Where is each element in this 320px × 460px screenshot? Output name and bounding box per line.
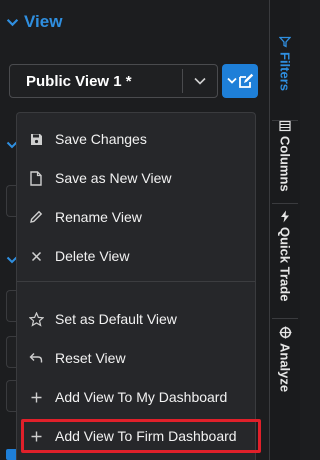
- menu-item-set-default[interactable]: Set as Default View: [17, 304, 257, 334]
- menu-item-label: Add View To Firm Dashboard: [55, 428, 237, 444]
- plus-icon: [17, 431, 55, 442]
- view-panel: View Public View 1 * Save Changes Save a…: [0, 0, 270, 460]
- save-icon: [17, 133, 55, 146]
- tab-filters[interactable]: Filters: [270, 36, 300, 91]
- menu-item-reset-view[interactable]: Reset View: [17, 343, 257, 373]
- view-select-value: Public View 1 *: [26, 72, 132, 90]
- undo-icon: [17, 352, 55, 364]
- menu-item-label: Rename View: [55, 209, 142, 225]
- menu-item-delete-view[interactable]: Delete View: [17, 241, 257, 271]
- menu-item-add-to-firm-dashboard[interactable]: Add View To Firm Dashboard: [17, 421, 257, 451]
- rail-divider: [272, 318, 298, 319]
- view-select[interactable]: Public View 1 *: [9, 64, 218, 98]
- edit-icon: [238, 73, 253, 88]
- menu-item-label: Save as New View: [55, 170, 172, 186]
- rail-divider: [272, 203, 298, 204]
- file-icon: [17, 170, 55, 186]
- filter-icon: [279, 36, 291, 48]
- menu-divider: [17, 281, 255, 282]
- view-actions-menu: Save Changes Save as New View Rename Vie…: [16, 112, 256, 460]
- tab-columns[interactable]: Columns: [270, 120, 300, 192]
- plus-icon: [17, 392, 55, 403]
- menu-item-save-as-new[interactable]: Save as New View: [17, 163, 257, 193]
- tab-analyze-label: Analyze: [277, 343, 293, 393]
- star-icon: [17, 311, 55, 327]
- tab-quick-trade-label: Quick Trade: [277, 227, 293, 302]
- tab-analyze[interactable]: Analyze: [270, 326, 300, 392]
- menu-item-label: Set as Default View: [55, 311, 177, 327]
- tab-quick-trade[interactable]: Quick Trade: [270, 210, 300, 301]
- chevron-down-icon: [6, 18, 19, 26]
- menu-item-label: Add View To My Dashboard: [55, 389, 228, 405]
- crosshair-icon: [279, 326, 291, 339]
- menu-item-label: Reset View: [55, 350, 126, 366]
- menu-item-label: Save Changes: [55, 131, 147, 147]
- menu-item-save-changes[interactable]: Save Changes: [17, 124, 257, 154]
- tab-filters-label: Filters: [277, 52, 293, 92]
- chevron-down-icon: [226, 77, 237, 84]
- lightning-icon: [281, 210, 289, 223]
- view-section-header[interactable]: View: [6, 12, 62, 32]
- tab-columns-label: Columns: [277, 136, 293, 192]
- side-tab-rail: Filters Columns Quick Trade Analyze: [270, 0, 300, 460]
- view-actions-button[interactable]: [222, 64, 258, 98]
- chevron-down-icon[interactable]: [183, 76, 217, 86]
- view-section-title: View: [24, 12, 63, 31]
- menu-item-label: Delete View: [55, 248, 130, 264]
- columns-icon: [279, 120, 291, 132]
- menu-item-add-to-my-dashboard[interactable]: Add View To My Dashboard: [17, 382, 257, 412]
- menu-item-rename-view[interactable]: Rename View: [17, 202, 257, 232]
- pencil-icon: [17, 210, 55, 224]
- x-icon: [17, 251, 55, 262]
